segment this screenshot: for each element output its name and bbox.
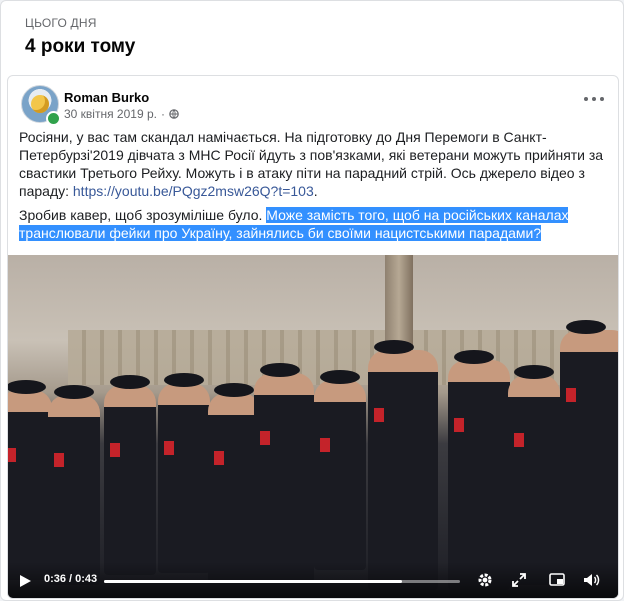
progress-bar[interactable] [104,580,460,583]
memory-header: ЦЬОГО ДНЯ 4 роки тому [25,16,135,58]
video-figure [560,320,618,598]
globe-icon [169,109,179,119]
online-status-badge [46,111,61,126]
video-figure [48,385,100,585]
video-figure [8,380,52,580]
current-time: 0:36 [44,573,67,585]
video-figure [254,363,314,583]
volume-icon[interactable] [582,571,600,589]
post-paragraph-1: Росіяни, у вас там скандал намічається. … [19,129,604,199]
source-video-link[interactable]: https://youtu.be/PQgz2msw26Q?t=103 [73,183,314,199]
play-icon[interactable] [18,574,32,588]
post: Roman Burko 30 квітня 2019 р. · Росіяни,… [7,75,619,599]
progress-fill [104,580,402,583]
duration: 0:43 [75,573,98,585]
memory-title: 4 роки тому [25,36,136,57]
memory-card: ЦЬОГО ДНЯ 4 роки тому Roman Burko 30 кві… [0,0,624,601]
video-figure [508,365,560,585]
video-figure [368,340,438,590]
video-figure [104,375,156,575]
post-paragraph-2-text: Зробив кавер, щоб зрозуміліше було. [19,207,267,223]
video-time: 0:36/0:43 [44,573,97,585]
video-figure [448,350,510,590]
avatar-image [31,95,49,113]
picture-in-picture-icon[interactable] [548,571,566,589]
video-player[interactable]: 0:36/0:43 [8,255,618,598]
video-figure [158,373,210,573]
expand-icon[interactable] [510,571,528,589]
memory-kicker: ЦЬОГО ДНЯ [25,16,97,30]
post-date[interactable]: 30 квітня 2019 р. [64,107,157,121]
meta-separator: · [160,107,165,121]
gear-icon[interactable] [476,571,494,589]
more-options-icon[interactable] [582,94,606,104]
time-separator: / [69,573,73,585]
video-controls: 0:36/0:43 [8,562,618,598]
video-figure [208,383,260,583]
author-name[interactable]: Roman Burko [64,90,149,105]
post-text: Росіяни, у вас там скандал намічається. … [19,128,607,248]
video-figure [314,370,366,570]
post-meta: 30 квітня 2019 р. · [64,107,179,121]
post-paragraph-2: Зробив кавер, щоб зрозуміліше було. Може… [19,206,607,242]
